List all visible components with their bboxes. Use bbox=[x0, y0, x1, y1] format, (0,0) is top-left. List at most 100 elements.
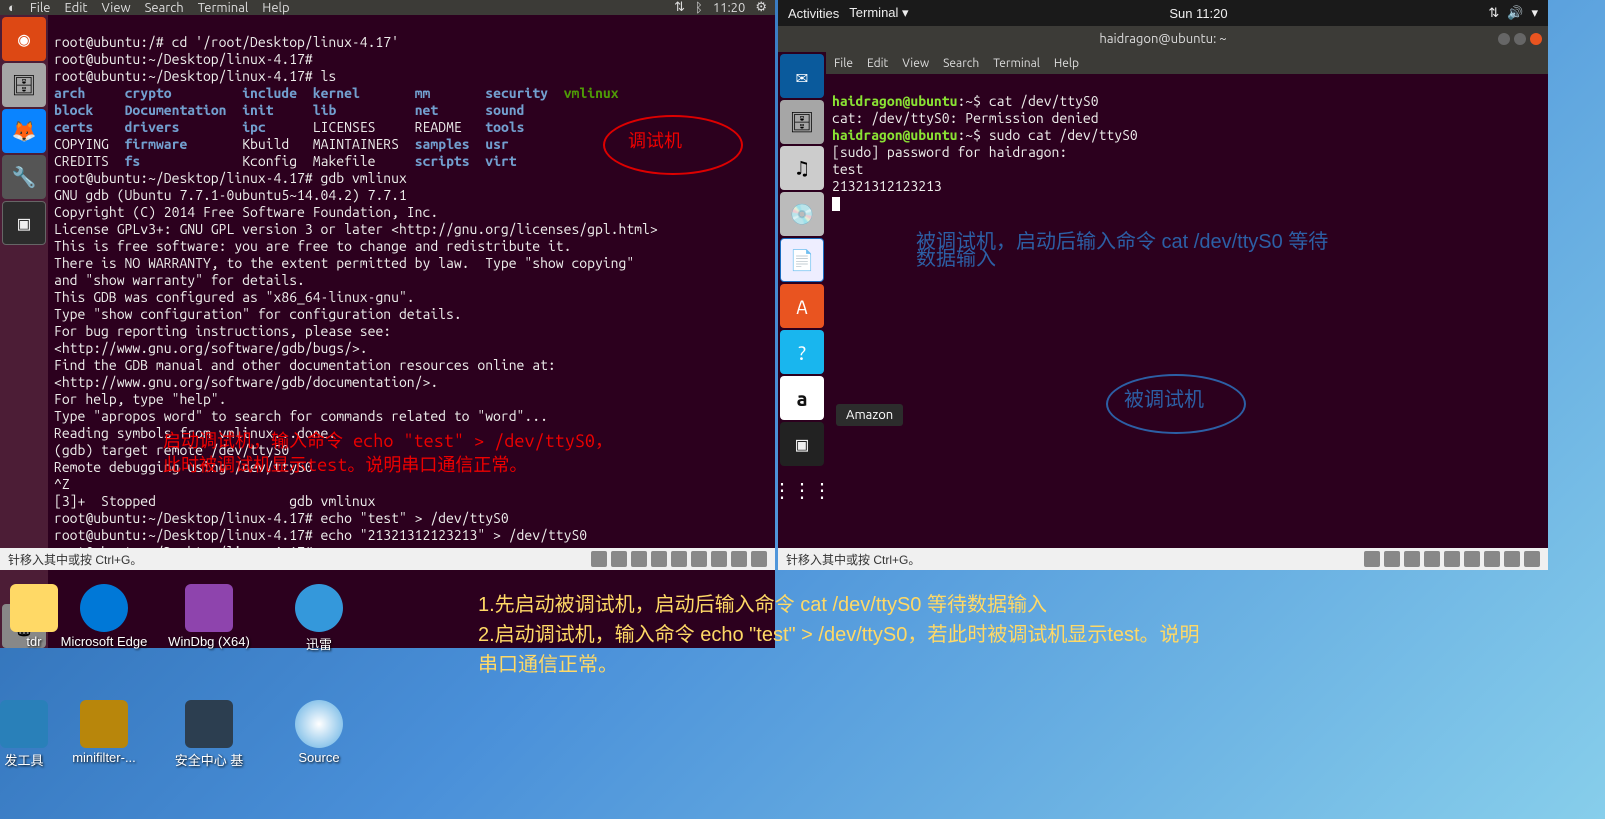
network-icon[interactable]: ⇅ bbox=[674, 0, 685, 15]
amazon-tooltip: Amazon bbox=[836, 404, 903, 426]
icon-label: WinDbg (X64) bbox=[168, 634, 250, 649]
hint-text: 针移入其中或按 Ctrl+G。 bbox=[8, 551, 142, 568]
ls-row: CREDITS fs Kconfig Makefile scripts virt bbox=[54, 153, 517, 169]
host-status-right: 针移入其中或按 Ctrl+G。 bbox=[778, 548, 1548, 570]
desktop-icon-minifilter[interactable]: minifilter-... bbox=[60, 700, 148, 765]
ls-row: COPYING firmware Kbuild MAINTAINERS samp… bbox=[54, 136, 509, 152]
settings-icon[interactable]: 🔧 bbox=[2, 155, 46, 199]
term-line: haidragon@ubuntu:~$ sudo cat /dev/ttyS0 bbox=[832, 127, 1138, 143]
icon-label: Microsoft Edge bbox=[61, 634, 148, 649]
terminal-title-bar: haidragon@ubuntu: ~ bbox=[778, 26, 1548, 52]
menu-view[interactable]: View bbox=[902, 57, 929, 70]
term-line: 21321312123213 bbox=[832, 178, 942, 194]
word-icon bbox=[185, 700, 233, 748]
activities-button[interactable]: Activities bbox=[788, 6, 839, 21]
annotation-red-1: 启动调试机，输入命令 echo "test" > /dev/ttyS0， bbox=[163, 433, 613, 450]
vm-left-topbar: ◐ File Edit View Search Terminal Help ⇅ … bbox=[0, 0, 775, 15]
menu-view[interactable]: View bbox=[102, 1, 131, 15]
launcher-right: ✉ 🗄 ♫ 💿 📄 A ? a ▣ ⋮⋮⋮ bbox=[778, 52, 826, 570]
menu-help[interactable]: Help bbox=[1054, 57, 1079, 70]
edge-icon bbox=[80, 584, 128, 632]
source-icon bbox=[295, 700, 343, 748]
hint-text: 针移入其中或按 Ctrl+G。 bbox=[786, 551, 920, 568]
menu-terminal[interactable]: Terminal bbox=[993, 57, 1040, 70]
term-line: cat: /dev/ttyS0: Permission denied bbox=[832, 110, 1099, 126]
term-line: root@ubuntu:~/Desktop/linux-4.17# bbox=[54, 51, 313, 67]
vm-right-window: Activities Terminal ▾ Sun 11:20 ⇅ 🔊 ▾ ha… bbox=[778, 0, 1548, 570]
menu-edit[interactable]: Edit bbox=[867, 57, 888, 70]
icon-label: minifilter-... bbox=[72, 750, 136, 765]
desktop-icon-security[interactable]: 安全中心 基 bbox=[165, 700, 253, 769]
xunlei-icon bbox=[295, 584, 343, 632]
show-apps-icon[interactable]: ⋮⋮⋮ bbox=[780, 468, 824, 512]
term-line: root@ubuntu:/# cd '/root/Desktop/linux-4… bbox=[54, 34, 399, 50]
terminal-right[interactable]: haidragon@ubuntu:~$ cat /dev/ttyS0 cat: … bbox=[826, 74, 1548, 570]
menu-search[interactable]: Search bbox=[943, 57, 979, 70]
firefox-icon[interactable]: 🦊 bbox=[2, 109, 46, 153]
desktop-icon-xunlei[interactable]: 迅雷 bbox=[275, 584, 363, 653]
menu-terminal[interactable]: Terminal bbox=[198, 1, 249, 15]
rhythmbox-icon[interactable]: ♫ bbox=[780, 146, 824, 190]
term-line: root@ubuntu:~/Desktop/linux-4.17# gdb vm… bbox=[54, 170, 407, 186]
icon-label: tdr bbox=[26, 634, 41, 649]
host-status-left: 针移入其中或按 Ctrl+G。 bbox=[0, 548, 775, 570]
term-line: [sudo] password for haidragon: bbox=[832, 144, 1067, 160]
term-line: root@ubuntu:~/Desktop/linux-4.17# echo "… bbox=[54, 510, 509, 526]
clock[interactable]: 11:20 bbox=[713, 1, 746, 15]
maximize-button[interactable] bbox=[1514, 33, 1526, 45]
disk-icon[interactable]: 💿 bbox=[780, 192, 824, 236]
ubuntu-dash-icon[interactable]: ◉ bbox=[2, 17, 46, 61]
clock-right[interactable]: Sun 11:20 bbox=[1169, 6, 1227, 21]
annotation-blue-text: 被调试机，启动后输入命令 cat /dev/ttyS0 等待 数据输入 bbox=[916, 234, 1328, 268]
desktop-icon-devtool[interactable]: 发工具 bbox=[0, 700, 68, 769]
power-icon[interactable]: ▾ bbox=[1531, 5, 1538, 21]
thunderbird-icon[interactable]: ✉ bbox=[780, 54, 824, 98]
libreoffice-icon[interactable]: 📄 bbox=[780, 238, 824, 282]
network-icon[interactable]: ⇅ bbox=[1488, 5, 1499, 21]
menu-file[interactable]: File bbox=[834, 57, 853, 70]
windbg-icon bbox=[185, 584, 233, 632]
vmware-status-icons[interactable] bbox=[1364, 551, 1540, 567]
vm-right-topbar: Activities Terminal ▾ Sun 11:20 ⇅ 🔊 ▾ bbox=[778, 0, 1548, 26]
desktop-icon-edge[interactable]: Microsoft Edge bbox=[60, 584, 148, 649]
desktop-icon-source[interactable]: Source bbox=[275, 700, 363, 765]
term-line: root@ubuntu:~/Desktop/linux-4.17# echo "… bbox=[54, 527, 587, 543]
icon-label: 发工具 bbox=[4, 753, 43, 768]
icon-label: Source bbox=[298, 750, 339, 765]
menu-help[interactable]: Help bbox=[262, 1, 289, 15]
annotation-red-2: 此时被调试机显示test。说明串口通信正常。 bbox=[163, 457, 527, 474]
winrar-icon bbox=[80, 700, 128, 748]
annotation-label-right: 被调试机 bbox=[1124, 392, 1204, 409]
terminal-menubar: File Edit View Search Terminal Help bbox=[826, 52, 1548, 74]
terminal-icon[interactable]: ▣ bbox=[780, 422, 824, 466]
ubuntu-logo-icon: ◐ bbox=[8, 0, 16, 15]
term-line: root@ubuntu:~/Desktop/linux-4.17# ls bbox=[54, 68, 336, 84]
folder-icon bbox=[10, 584, 58, 632]
gear-icon[interactable]: ⚙ bbox=[755, 0, 767, 15]
ls-row: certs drivers ipc LICENSES README tools bbox=[54, 119, 525, 135]
terminal-dropdown[interactable]: Terminal ▾ bbox=[849, 5, 908, 21]
vmware-status-icons[interactable] bbox=[591, 551, 767, 567]
bluetooth-icon[interactable]: ᛒ bbox=[695, 1, 703, 15]
desktop-icon-windbg[interactable]: WinDbg (X64) bbox=[165, 584, 253, 649]
software-center-icon[interactable]: A bbox=[780, 284, 824, 328]
menu-edit[interactable]: Edit bbox=[64, 1, 87, 15]
help-icon[interactable]: ? bbox=[780, 330, 824, 374]
term-line: test bbox=[832, 161, 863, 177]
annotation-label-left: 调试机 bbox=[628, 133, 682, 150]
amazon-icon[interactable]: a bbox=[780, 376, 824, 420]
close-button[interactable] bbox=[1530, 33, 1542, 45]
menu-search[interactable]: Search bbox=[145, 1, 184, 15]
cursor bbox=[832, 197, 840, 211]
files-icon[interactable]: 🗄 bbox=[2, 63, 46, 107]
menu-file[interactable]: File bbox=[30, 1, 51, 15]
files-icon[interactable]: 🗄 bbox=[780, 100, 824, 144]
minimize-button[interactable] bbox=[1498, 33, 1510, 45]
ls-row: block Documentation init lib net sound bbox=[54, 102, 524, 118]
volume-icon[interactable]: 🔊 bbox=[1507, 5, 1523, 21]
terminal-icon[interactable]: ▣ bbox=[2, 201, 46, 245]
icon-label: 迅雷 bbox=[306, 637, 332, 652]
folder-icon bbox=[0, 700, 48, 748]
term-line: haidragon@ubuntu:~$ cat /dev/ttyS0 bbox=[832, 93, 1099, 109]
vm-left-window: ◐ File Edit View Search Terminal Help ⇅ … bbox=[0, 0, 775, 570]
